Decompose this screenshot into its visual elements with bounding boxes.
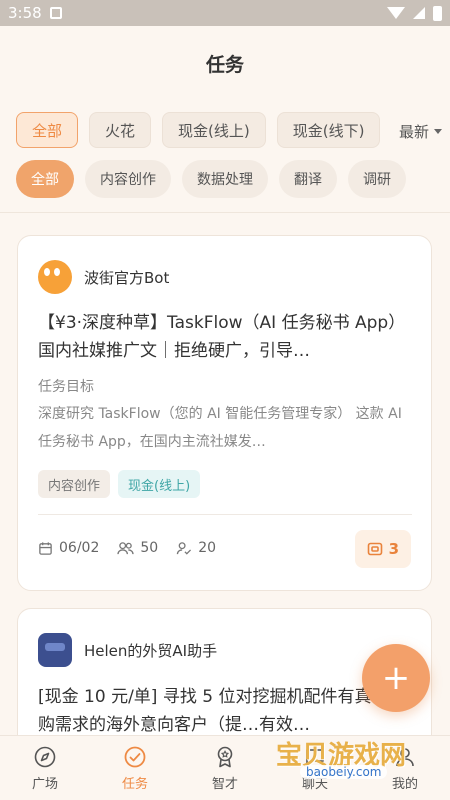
tab-label: 广场 bbox=[31, 776, 58, 792]
signal-icon bbox=[413, 7, 425, 19]
filter-divider bbox=[0, 212, 450, 213]
avatar bbox=[38, 633, 72, 667]
compass-icon bbox=[34, 746, 56, 767]
task-tags: 内容创作 现金(线上) bbox=[38, 470, 201, 498]
wifi-icon bbox=[387, 7, 405, 19]
check-circle-icon bbox=[124, 746, 146, 767]
type-chip-spark[interactable]: 火花 bbox=[89, 112, 152, 148]
category-chip-data[interactable]: 数据处理 bbox=[182, 160, 268, 198]
tab-label: 智才 bbox=[211, 776, 238, 792]
reward-badge: 3 bbox=[354, 530, 411, 568]
award-icon bbox=[217, 746, 233, 767]
tab-plaza[interactable]: 广场 bbox=[0, 736, 90, 800]
reward-amount: 3 bbox=[388, 540, 399, 558]
task-author: Helen的外贸AI助手 bbox=[38, 633, 217, 667]
category-chip-research[interactable]: 调研 bbox=[348, 160, 406, 198]
watermark-url: baobeiy.com bbox=[300, 765, 388, 779]
coupon-icon bbox=[367, 542, 382, 556]
type-chip-all[interactable]: 全部 bbox=[16, 112, 79, 148]
caret-down-icon bbox=[434, 129, 443, 134]
category-chip-content[interactable]: 内容创作 bbox=[85, 160, 171, 198]
type-chip-cash-offline[interactable]: 现金(线下) bbox=[276, 112, 381, 148]
notification-icon bbox=[49, 7, 62, 19]
category-chip-all[interactable]: 全部 bbox=[16, 160, 74, 198]
task-meta: 06/02 50 20 bbox=[38, 540, 216, 556]
task-title: [现金 10 元/单] 寻找 5 位对挖掘机配件有真实采购需求的海外意向客户（提… bbox=[38, 687, 406, 735]
page-title: 任务 bbox=[205, 54, 244, 76]
status-time: 3:58 bbox=[8, 4, 42, 22]
tab-label: 我的 bbox=[391, 776, 418, 792]
sort-dropdown[interactable]: 最新 bbox=[399, 121, 443, 142]
tab-tasks[interactable]: 任务 bbox=[90, 736, 180, 800]
date-meta: 06/02 bbox=[38, 540, 99, 556]
category-filter-row: 全部 内容创作 数据处理 翻译 调研 bbox=[16, 160, 406, 198]
card-divider bbox=[38, 514, 412, 515]
task-card[interactable]: 波街官方Bot 【¥3·深度种草】TaskFlow（AI 任务秘书 App）国内… bbox=[17, 235, 432, 591]
create-task-button[interactable]: + bbox=[362, 644, 430, 712]
participants-count: 50 bbox=[140, 540, 159, 556]
completed-count: 20 bbox=[198, 540, 217, 556]
users-icon bbox=[117, 541, 135, 554]
task-title: 【¥3·深度种草】TaskFlow（AI 任务秘书 App）国内社媒推广文｜拒绝… bbox=[38, 313, 406, 361]
tag-category: 内容创作 bbox=[38, 470, 111, 498]
status-bar: 3:58 bbox=[0, 0, 450, 26]
author-name: 波街官方Bot bbox=[84, 268, 170, 287]
goal-text: 深度研究 TaskFlow（您的 AI 智能任务管理专家） 这款 AI 任务秘书… bbox=[38, 406, 402, 450]
category-chip-translate[interactable]: 翻译 bbox=[279, 160, 337, 198]
battery-icon bbox=[433, 5, 442, 21]
participants-meta: 50 bbox=[117, 540, 158, 556]
completed-meta: 20 bbox=[176, 540, 216, 556]
tag-payment: 现金(线上) bbox=[118, 470, 201, 498]
tab-label: 任务 bbox=[121, 776, 148, 792]
goal-label: 任务目标 bbox=[38, 379, 94, 395]
avatar bbox=[38, 260, 72, 294]
task-author: 波街官方Bot bbox=[38, 260, 169, 294]
sort-label: 最新 bbox=[399, 123, 430, 141]
user-check-icon bbox=[176, 541, 192, 555]
task-date: 06/02 bbox=[59, 540, 100, 556]
type-chip-cash-online[interactable]: 现金(线上) bbox=[162, 112, 266, 148]
tab-talent[interactable]: 智才 bbox=[180, 736, 270, 800]
author-name: Helen的外贸AI助手 bbox=[84, 641, 218, 660]
calendar-icon bbox=[39, 541, 52, 555]
type-filter-row: 全部 火花 现金(线上) 现金(线下) bbox=[16, 112, 381, 148]
